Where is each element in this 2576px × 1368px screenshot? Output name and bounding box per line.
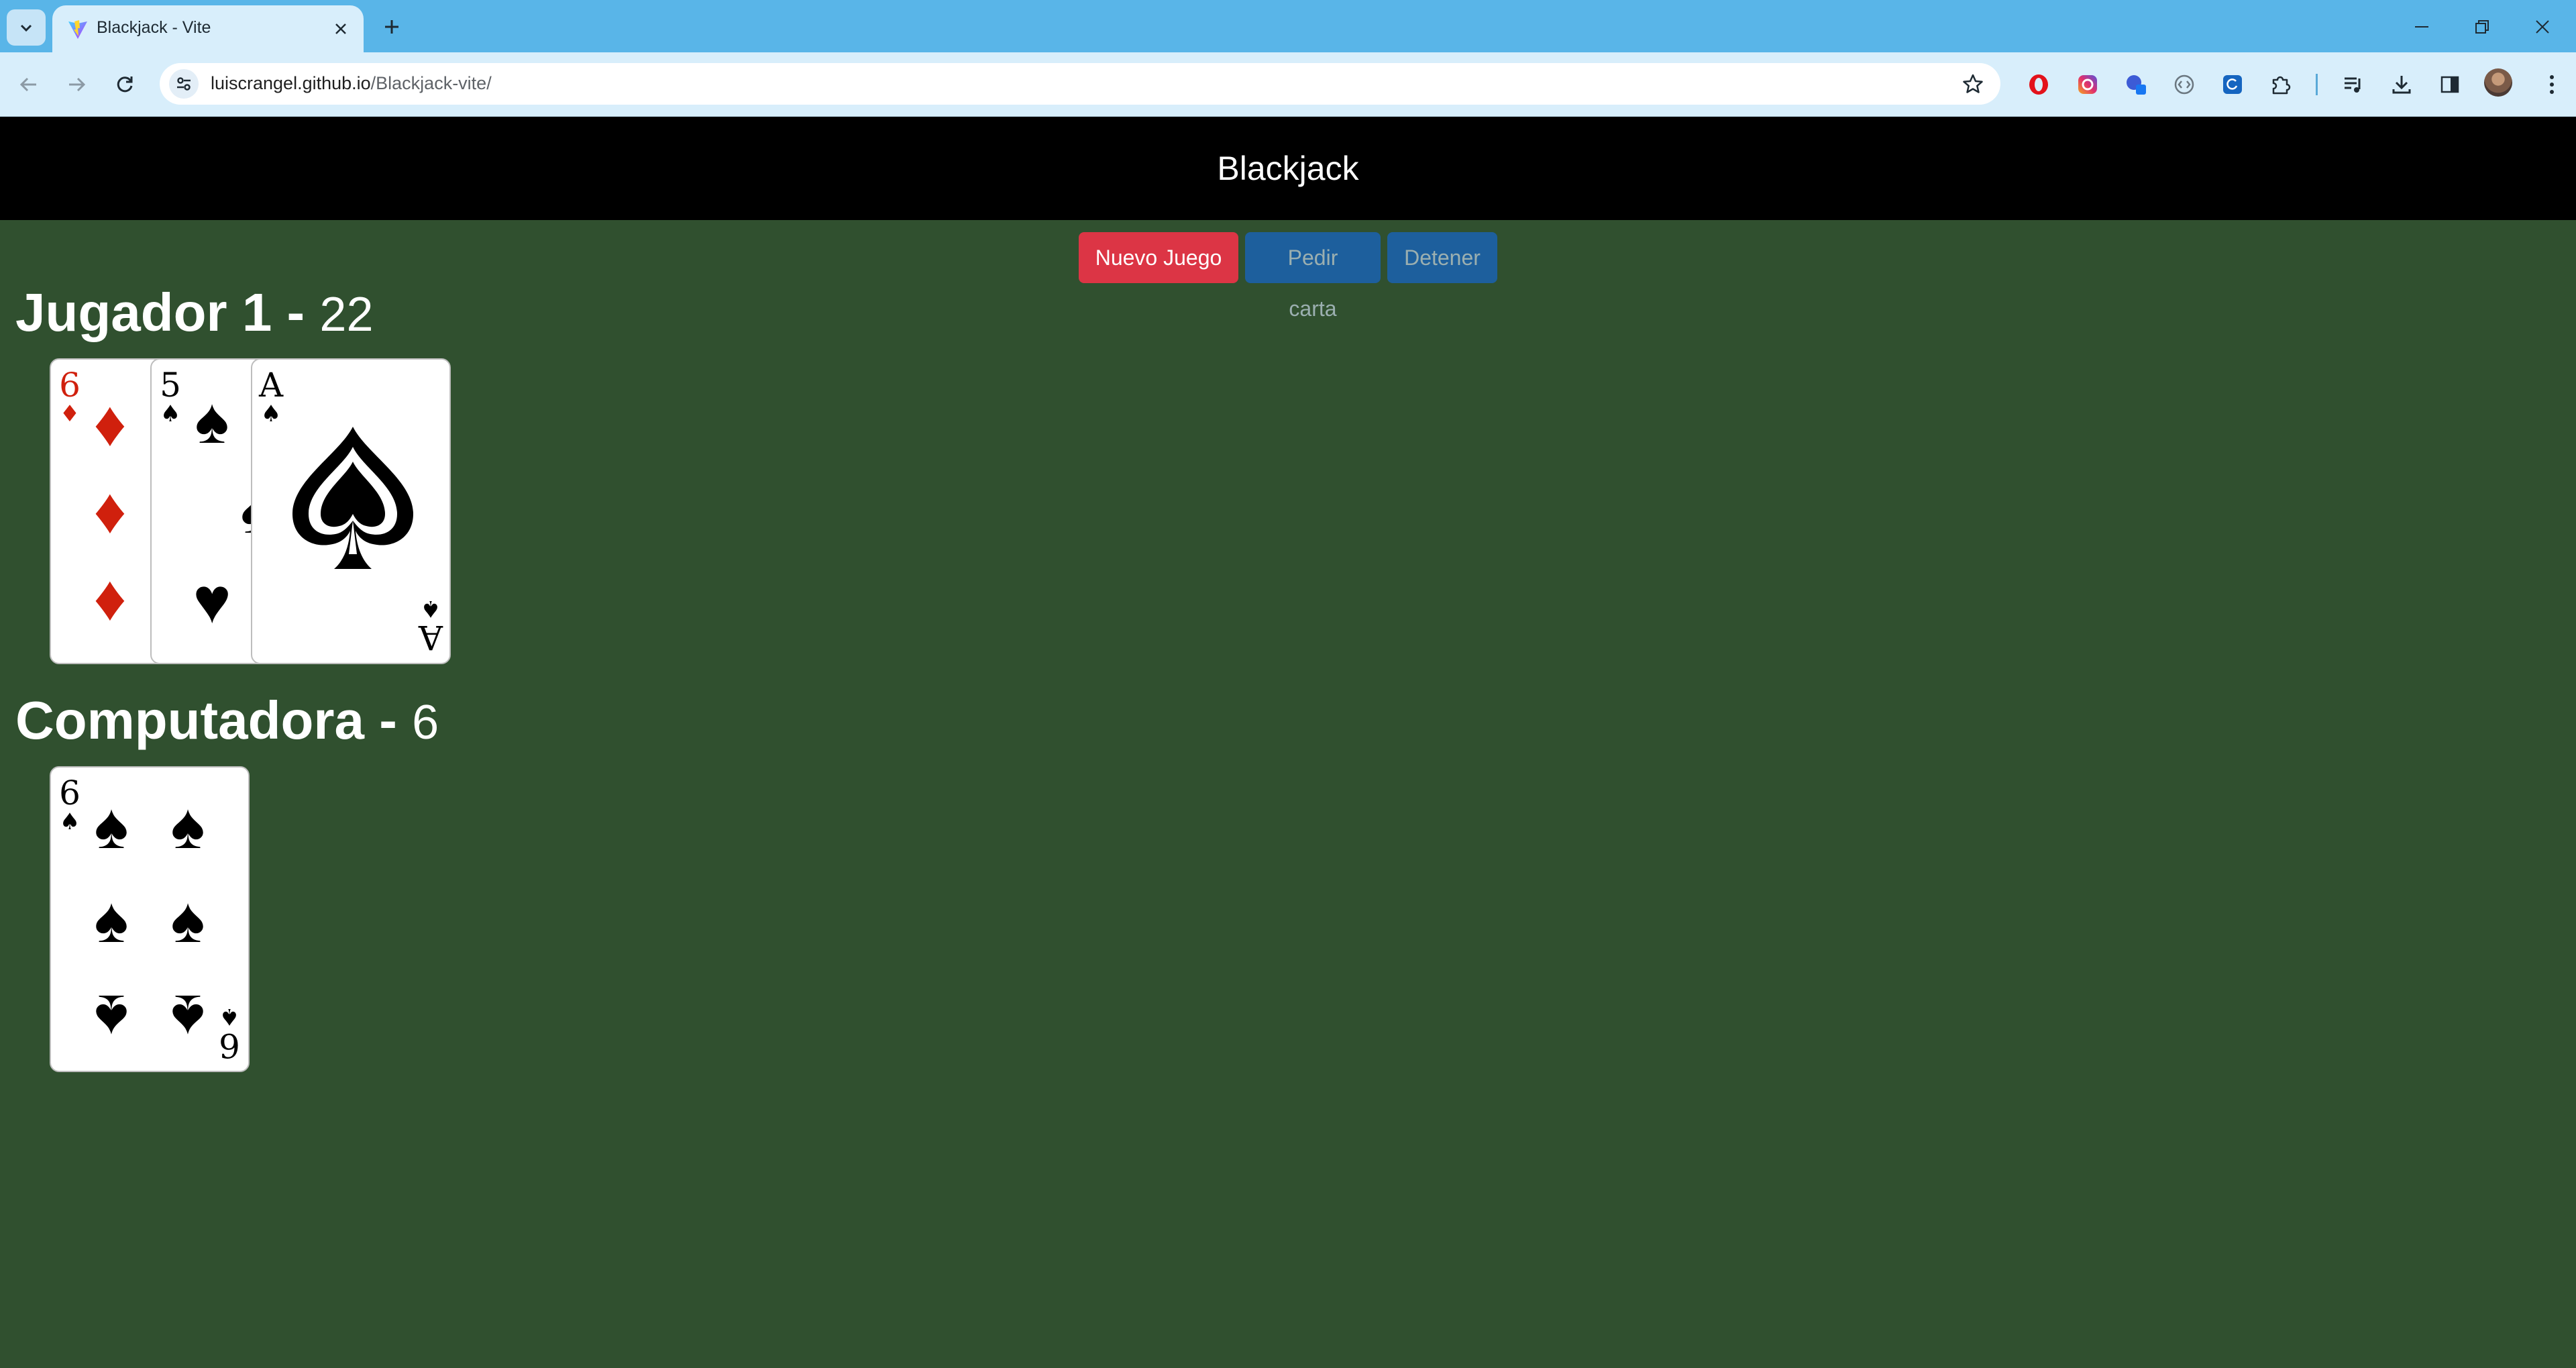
computer-card: 6 ♠ ♠ ♠ ♠ ♠ ♠ ♠ 6 ♠ — [50, 766, 250, 1072]
site-info-button[interactable] — [169, 69, 199, 99]
diamond-pip-icon: ♦ — [93, 475, 127, 547]
instagram-icon — [2078, 75, 2097, 94]
arrow-right-icon — [69, 77, 86, 92]
new-game-button[interactable]: Nuevo Juego — [1079, 232, 1238, 283]
tab-search-button[interactable] — [7, 9, 46, 46]
card-rank-bottom: A — [418, 618, 443, 657]
reload-icon — [117, 76, 133, 93]
browser-window: Blackjack - Vite luiscrangel.github.io/B… — [0, 0, 2576, 1368]
side-panel-button[interactable] — [2434, 68, 2466, 101]
back-button[interactable] — [11, 67, 46, 102]
queue-music-icon — [2345, 77, 2361, 93]
puzzle-icon — [2272, 76, 2291, 95]
card-corner: A ♠ — [258, 368, 284, 425]
url-path: /Blackjack-vite/ — [370, 73, 492, 93]
hit-button[interactable]: Pedir carta — [1245, 232, 1381, 321]
diamond-pip-icon: ♦ — [93, 562, 127, 634]
spade-pip-icon: ♠ — [94, 884, 129, 956]
card-rank-bottom: 6 — [219, 1026, 240, 1065]
ace-of-spades-icon — [292, 427, 413, 569]
plus-icon — [385, 20, 398, 34]
minimize-icon — [2415, 26, 2428, 28]
spade-pip-icon: ♠ — [170, 884, 205, 956]
url-text: luiscrangel.github.io/Blackjack-vite/ — [211, 73, 492, 94]
url-domain: luiscrangel.github.io — [211, 73, 371, 93]
blue-extension-button[interactable] — [2216, 68, 2249, 101]
spade-pip-icon: ♠ — [94, 982, 129, 1053]
browser-toolbar: luiscrangel.github.io/Blackjack-vite/ — [0, 52, 2576, 117]
bookmark-button[interactable] — [1960, 71, 1986, 97]
game-controls: Nuevo Juego Pedir carta Detener — [0, 232, 2576, 321]
spade-pip-icon: ♠ — [195, 385, 229, 457]
spade-pip-icon: ♠ — [170, 790, 205, 862]
card-corner-bottom: 6 ♠ — [216, 1003, 243, 1065]
card-rank: 5 — [160, 366, 181, 405]
download-icon — [2392, 76, 2411, 94]
site-header: Blackjack — [0, 117, 2576, 220]
player-score: 22 — [319, 288, 374, 341]
downloads-button[interactable] — [2385, 68, 2418, 101]
forward-button[interactable] — [59, 67, 94, 102]
profile-avatar[interactable] — [2484, 68, 2512, 97]
card-rank: A — [258, 366, 284, 405]
restore-icon — [2475, 20, 2489, 34]
player-card: A ♠ A ♠ — [251, 358, 451, 664]
close-window-button[interactable] — [2519, 9, 2566, 44]
menu-button[interactable] — [2536, 68, 2568, 101]
code-icon — [2174, 74, 2194, 95]
card-rank: 6 — [59, 774, 80, 812]
active-tab[interactable]: Blackjack - Vite — [52, 5, 364, 52]
tab-title: Blackjack - Vite — [97, 18, 211, 37]
vite-logo-icon — [68, 20, 87, 39]
extensions-button[interactable] — [2265, 68, 2297, 101]
player-label: Jugador 1 - — [15, 282, 320, 342]
chevron-down-icon — [20, 24, 32, 32]
close-icon — [335, 23, 346, 34]
spade-pip-icon: ♠ — [94, 790, 129, 862]
spade-pip-icon: ♠ — [170, 982, 205, 1053]
tune-icon — [177, 77, 191, 91]
star-icon — [1963, 74, 1983, 93]
new-tab-button[interactable] — [377, 12, 407, 42]
opera-icon — [2029, 74, 2048, 95]
player-heading: Jugador 1 - 22 — [15, 282, 374, 344]
toolbar-divider — [2316, 74, 2318, 95]
close-icon — [2536, 20, 2549, 34]
card-suit-bottom: ♠ — [219, 1003, 240, 1030]
arrow-left-icon — [19, 77, 36, 92]
restore-button[interactable] — [2459, 9, 2506, 44]
tab-strip: Blackjack - Vite — [0, 0, 2576, 52]
side-panel-icon — [2440, 76, 2459, 93]
refresh-badge-icon — [2223, 75, 2242, 94]
computer-label: Computadora - — [15, 690, 413, 750]
copilot-icon — [2127, 75, 2146, 95]
card-suit-bottom: ♠ — [420, 595, 441, 622]
spade-pip-icon: ♥ — [193, 565, 231, 637]
tab-close-button[interactable] — [329, 17, 353, 41]
gradient-extension-button[interactable] — [2072, 68, 2104, 101]
computer-heading: Computadora - 6 — [15, 690, 439, 751]
page-content: Blackjack Nuevo Juego Pedir carta Detene… — [0, 117, 2576, 1361]
media-control-button[interactable] — [2337, 68, 2369, 101]
card-corner-bottom: A ♠ — [417, 595, 444, 657]
more-vertical-icon — [2550, 75, 2554, 94]
opera-extension-button[interactable] — [2023, 68, 2055, 101]
computer-score: 6 — [412, 696, 439, 749]
code-extension-button[interactable] — [2168, 68, 2200, 101]
minimize-button[interactable] — [2398, 9, 2445, 44]
copilot-extension-button[interactable] — [2120, 68, 2152, 101]
page-title: Blackjack — [1217, 150, 1359, 187]
reload-button[interactable] — [107, 67, 142, 102]
stand-button[interactable]: Detener — [1387, 232, 1497, 283]
diamond-pip-icon: ♦ — [93, 388, 127, 460]
address-bar[interactable]: luiscrangel.github.io/Blackjack-vite/ — [160, 63, 2000, 105]
